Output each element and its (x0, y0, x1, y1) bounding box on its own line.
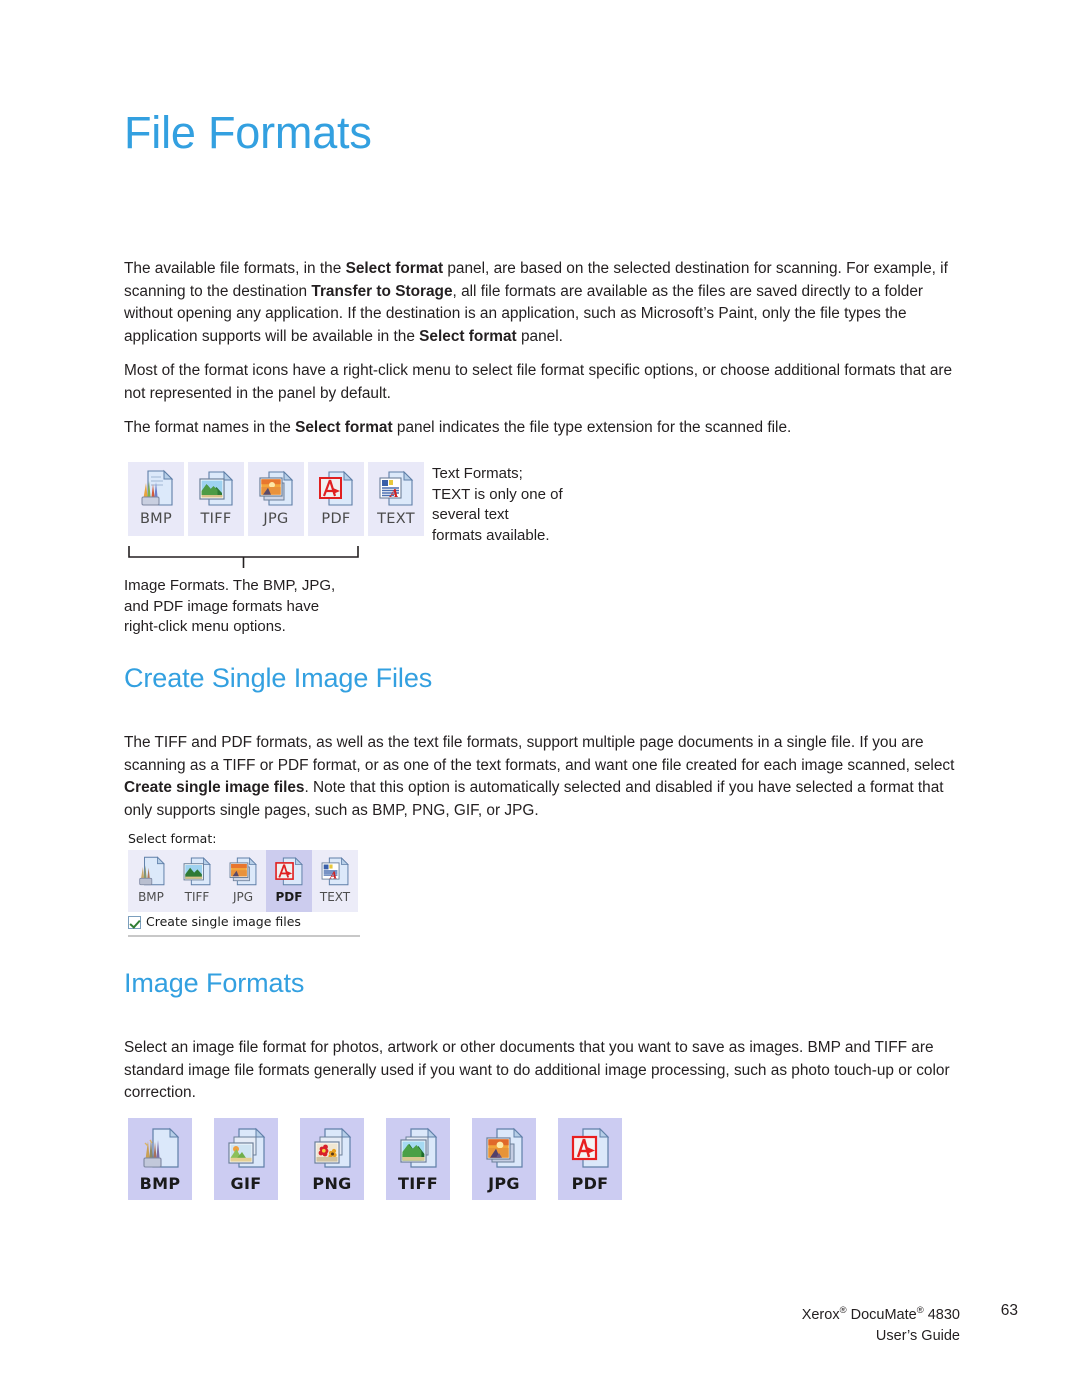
p4-seg1: The TIFF and PDF formats, as well as the… (124, 734, 955, 774)
page-number: 63 (1000, 1302, 1018, 1319)
file-format-icon-row-top: BMP TIFF JPG PDF A TEXT (128, 462, 424, 536)
callout-line: several text (432, 506, 509, 523)
image-format-icon-row-bottom: BMP GIF PNG TIFF JPG PDF (128, 1118, 622, 1200)
image-format-tile-bmp[interactable]: BMP (128, 1118, 192, 1200)
image-format-label: GIF (230, 1174, 262, 1193)
p1-bold-transfer-to-storage: Transfer to Storage (311, 282, 453, 300)
image-formats-bracket (128, 545, 359, 569)
footer-model-number: 4830 (923, 1306, 960, 1323)
tiff-landscape-photo-icon (180, 854, 214, 888)
format-tile-label: BMP (139, 511, 173, 527)
image-format-tile-tiff[interactable]: TIFF (386, 1118, 450, 1200)
image-format-tile-gif[interactable]: GIF (214, 1118, 278, 1200)
tiff-landscape-photo-icon (395, 1125, 441, 1171)
document-page: File Formats The available file formats,… (0, 0, 1080, 1397)
text-document-icon: A (318, 854, 352, 888)
create-single-image-files-checkbox[interactable] (128, 915, 141, 929)
image-format-label: PNG (312, 1174, 352, 1193)
panel-format-tile-bmp[interactable]: BMP (128, 849, 174, 912)
select-format-label: Select format: (128, 831, 217, 846)
panel-format-label: JPG (232, 889, 254, 904)
page-footer: Xerox® DocuMate® 4830 User’s Guide 63 (802, 1300, 1018, 1347)
footer-guide-line: User’s Guide (875, 1327, 960, 1344)
pdf-acrobat-icon (315, 467, 357, 509)
image-format-tile-png[interactable]: PNG (300, 1118, 364, 1200)
select-format-icon-list: BMP TIFF JPG PDF A TEXT (128, 849, 364, 912)
format-tile-tiff[interactable]: TIFF (188, 462, 244, 536)
p3-seg2: panel indicates the file type extension … (392, 419, 792, 436)
paragraph-format-names: The format names in the Select format pa… (124, 417, 960, 440)
image-format-label: TIFF (398, 1174, 438, 1193)
paragraph-image-formats: Select an image file format for photos, … (124, 1039, 950, 1102)
callout-line: TEXT is only one of (432, 485, 563, 503)
p1-bold-select-format-1: Select format (345, 260, 444, 277)
format-tile-label: PDF (321, 511, 351, 527)
p3-seg1: The format names in the (124, 419, 296, 436)
registered-mark-icon: ® (839, 1305, 847, 1316)
panel-format-tile-jpg[interactable]: JPG (220, 849, 266, 912)
text-document-icon: A (375, 467, 417, 509)
panel-format-tile-pdf[interactable]: PDF (266, 849, 312, 912)
svg-text:A: A (329, 871, 337, 881)
p1-seg4: panel. (516, 327, 563, 345)
format-tile-text[interactable]: A TEXT (368, 462, 424, 536)
format-tile-bmp[interactable]: BMP (128, 462, 184, 536)
jpg-sunset-photo-icon (255, 467, 297, 509)
panel-format-label: PDF (275, 889, 303, 904)
footer-model-pre: DocuMate (846, 1306, 917, 1323)
svg-text:A: A (389, 487, 399, 500)
format-tile-label: TIFF (200, 511, 232, 527)
registered-mark-icon: ® (916, 1305, 924, 1316)
format-tile-jpg[interactable]: JPG (248, 462, 304, 536)
footer-brand: Xerox (801, 1306, 840, 1323)
p4-bold-create-single-image-files: Create single image files (124, 779, 305, 797)
jpg-sunset-photo-icon (481, 1125, 527, 1171)
callout-text-formats: Text Formats; TEXT is only one of severa… (432, 464, 592, 546)
panel-divider (128, 934, 360, 937)
callout-image-formats: Image Formats. The BMP, JPG, and PDF ima… (124, 576, 434, 638)
callout-line: formats available. (432, 526, 550, 544)
paragraph-right-click-menu: Most of the format icons have a right-cl… (124, 362, 953, 402)
footer-product-line: Xerox® DocuMate® 4830 (802, 1300, 960, 1326)
gif-landscape-stack-icon (223, 1125, 269, 1171)
tiff-landscape-photo-icon (195, 467, 237, 509)
callout-line: Image Formats. The BMP, JPG, (124, 577, 336, 594)
panel-format-tile-text[interactable]: A TEXT (312, 849, 358, 912)
image-format-label: BMP (139, 1174, 181, 1193)
image-format-label: JPG (488, 1174, 520, 1193)
paragraph-available-file-formats: The available file formats, in the Selec… (124, 258, 960, 348)
create-single-image-files-checkbox-row[interactable]: Create single image files (128, 913, 364, 929)
panel-format-label: BMP (138, 889, 164, 904)
paragraph-create-single-image-files: The TIFF and PDF formats, as well as the… (124, 732, 960, 822)
callout-line: Text Formats; (432, 465, 523, 482)
pdf-acrobat-icon (567, 1125, 613, 1171)
page-title: File Formats (124, 107, 372, 158)
p1-bold-select-format-2: Select format (419, 327, 517, 345)
pdf-acrobat-icon (272, 854, 306, 888)
png-flowers-photo-icon (309, 1125, 355, 1171)
section-heading-create-single-image-files: Create Single Image Files (124, 663, 433, 693)
p3-bold-select-format: Select format (295, 419, 393, 436)
panel-format-label: TIFF (184, 889, 210, 904)
format-tile-label: JPG (263, 511, 289, 527)
callout-line: and PDF image formats have (124, 597, 320, 615)
image-format-tile-jpg[interactable]: JPG (472, 1118, 536, 1200)
bmp-paintbrush-document-icon (135, 467, 177, 509)
p1-seg1: The available file formats, in the (124, 260, 346, 277)
create-single-image-files-label: Create single image files (146, 913, 301, 929)
image-format-tile-pdf[interactable]: PDF (558, 1118, 622, 1200)
panel-format-tile-tiff[interactable]: TIFF (174, 849, 220, 912)
section-heading-image-formats: Image Formats (124, 968, 305, 998)
jpg-sunset-photo-icon (226, 854, 260, 888)
format-tile-pdf[interactable]: PDF (308, 462, 364, 536)
bmp-paintbrush-document-icon (134, 854, 168, 888)
panel-format-label: TEXT (319, 889, 351, 904)
bmp-paintbrush-document-icon (137, 1125, 183, 1171)
select-format-panel: Select format: BMP TIFF JPG PDF A TEXT C… (128, 831, 364, 937)
callout-line: right-click menu options. (124, 618, 286, 635)
image-format-label: PDF (571, 1174, 609, 1193)
format-tile-label: TEXT (377, 511, 415, 527)
